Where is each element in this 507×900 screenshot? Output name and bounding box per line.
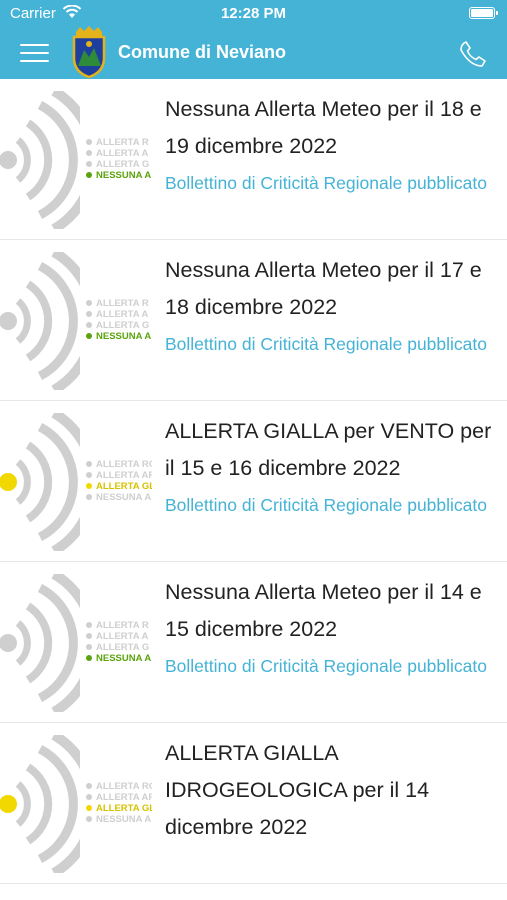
signal-waves-icon — [0, 252, 80, 390]
hamburger-menu-icon[interactable] — [20, 42, 50, 64]
thumb-legend: ALLERTA RO ALLERTA AF ALLERTA GL NESSUNA A — [86, 459, 152, 503]
item-text: ALLERTA GIALLA IDROGEOLOGICA per il 14 d… — [165, 735, 493, 846]
alert-thumbnail: ALLERTA R ALLERTA A ALLERTA G NESSUNA A — [0, 91, 152, 229]
thumb-legend-row: NESSUNA A — [86, 814, 152, 825]
thumb-legend-row: ALLERTA GL — [86, 481, 152, 492]
list-item[interactable]: ALLERTA RO ALLERTA AF ALLERTA GL NESSUNA AA… — [0, 401, 507, 562]
thumb-legend-row: ALLERTA G — [86, 320, 152, 331]
thumb-legend-row: NESSUNA A — [86, 492, 152, 503]
status-bar: Carrier 12:28 PM — [0, 0, 507, 28]
thumb-legend-row: ALLERTA R — [86, 298, 152, 309]
list-item[interactable]: ALLERTA R ALLERTA A ALLERTA G NESSUNA A Ness… — [0, 562, 507, 723]
thumb-legend-row: ALLERTA R — [86, 137, 152, 148]
thumb-legend-row: ALLERTA RO — [86, 459, 152, 470]
alert-thumbnail: ALLERTA RO ALLERTA AF ALLERTA GL NESSUNA A — [0, 735, 152, 873]
news-list: ALLERTA R ALLERTA A ALLERTA G NESSUNA A Ness… — [0, 79, 507, 884]
thumb-legend-row: ALLERTA AF — [86, 470, 152, 481]
thumb-legend-row: NESSUNA A — [86, 653, 152, 664]
list-item[interactable]: ALLERTA R ALLERTA A ALLERTA G NESSUNA A Ness… — [0, 240, 507, 401]
list-item[interactable]: ALLERTA R ALLERTA A ALLERTA G NESSUNA A Ness… — [0, 79, 507, 240]
thumb-legend: ALLERTA R ALLERTA A ALLERTA G NESSUNA A — [86, 137, 152, 181]
thumb-legend-row: ALLERTA RO — [86, 781, 152, 792]
item-subtitle[interactable]: Bollettino di Criticità Regionale pubbli… — [165, 169, 493, 197]
item-text: Nessuna Allerta Meteo per il 14 e 15 dic… — [165, 574, 493, 680]
item-text: Nessuna Allerta Meteo per il 17 e 18 dic… — [165, 252, 493, 358]
coat-of-arms-logo — [72, 26, 106, 78]
battery-icon — [469, 7, 498, 19]
thumb-legend-row: NESSUNA A — [86, 170, 152, 181]
item-headline: Nessuna Allerta Meteo per il 17 e 18 dic… — [165, 258, 482, 319]
thumb-legend-row: ALLERTA A — [86, 148, 152, 159]
alert-thumbnail: ALLERTA R ALLERTA A ALLERTA G NESSUNA A — [0, 252, 152, 390]
thumb-legend: ALLERTA RO ALLERTA AF ALLERTA GL NESSUNA A — [86, 781, 152, 825]
alert-thumbnail: ALLERTA RO ALLERTA AF ALLERTA GL NESSUNA A — [0, 413, 152, 551]
item-headline: Nessuna Allerta Meteo per il 14 e 15 dic… — [165, 580, 482, 641]
clock: 12:28 PM — [220, 5, 287, 22]
thumb-legend-row: ALLERTA R — [86, 620, 152, 631]
signal-waves-icon — [0, 574, 80, 712]
signal-waves-icon — [0, 413, 80, 551]
item-subtitle[interactable]: Bollettino di Criticità Regionale pubbli… — [165, 652, 493, 680]
app-title: Comune di Neviano — [118, 42, 287, 62]
thumb-legend-row: ALLERTA G — [86, 159, 152, 170]
item-headline: ALLERTA GIALLA per VENTO per il 15 e 16 … — [165, 419, 492, 480]
thumb-legend-row: ALLERTA AF — [86, 792, 152, 803]
item-headline: ALLERTA GIALLA IDROGEOLOGICA per il 14 d… — [165, 741, 430, 839]
item-headline: Nessuna Allerta Meteo per il 18 e 19 dic… — [165, 97, 482, 158]
thumb-legend: ALLERTA R ALLERTA A ALLERTA G NESSUNA A — [86, 298, 152, 342]
item-text: Nessuna Allerta Meteo per il 18 e 19 dic… — [165, 91, 493, 197]
navigation-bar: Comune di Neviano — [0, 26, 507, 79]
alert-thumbnail: ALLERTA R ALLERTA A ALLERTA G NESSUNA A — [0, 574, 152, 712]
item-subtitle[interactable]: Bollettino di Criticità Regionale pubbli… — [165, 491, 493, 519]
thumb-legend-row: ALLERTA GL — [86, 803, 152, 814]
phone-icon[interactable] — [457, 38, 489, 70]
signal-waves-icon — [0, 735, 80, 873]
thumb-legend-row: ALLERTA A — [86, 309, 152, 320]
thumb-legend-row: ALLERTA A — [86, 631, 152, 642]
thumb-legend-row: ALLERTA G — [86, 642, 152, 653]
app-header: Carrier 12:28 PM Comune di Neviano — [0, 0, 507, 79]
signal-waves-icon — [0, 91, 80, 229]
thumb-legend: ALLERTA R ALLERTA A ALLERTA G NESSUNA A — [86, 620, 152, 664]
item-subtitle[interactable]: Bollettino di Criticità Regionale pubbli… — [165, 330, 493, 358]
list-item[interactable]: ALLERTA RO ALLERTA AF ALLERTA GL NESSUNA AA… — [0, 723, 507, 884]
thumb-legend-row: NESSUNA A — [86, 331, 152, 342]
item-text: ALLERTA GIALLA per VENTO per il 15 e 16 … — [165, 413, 493, 519]
